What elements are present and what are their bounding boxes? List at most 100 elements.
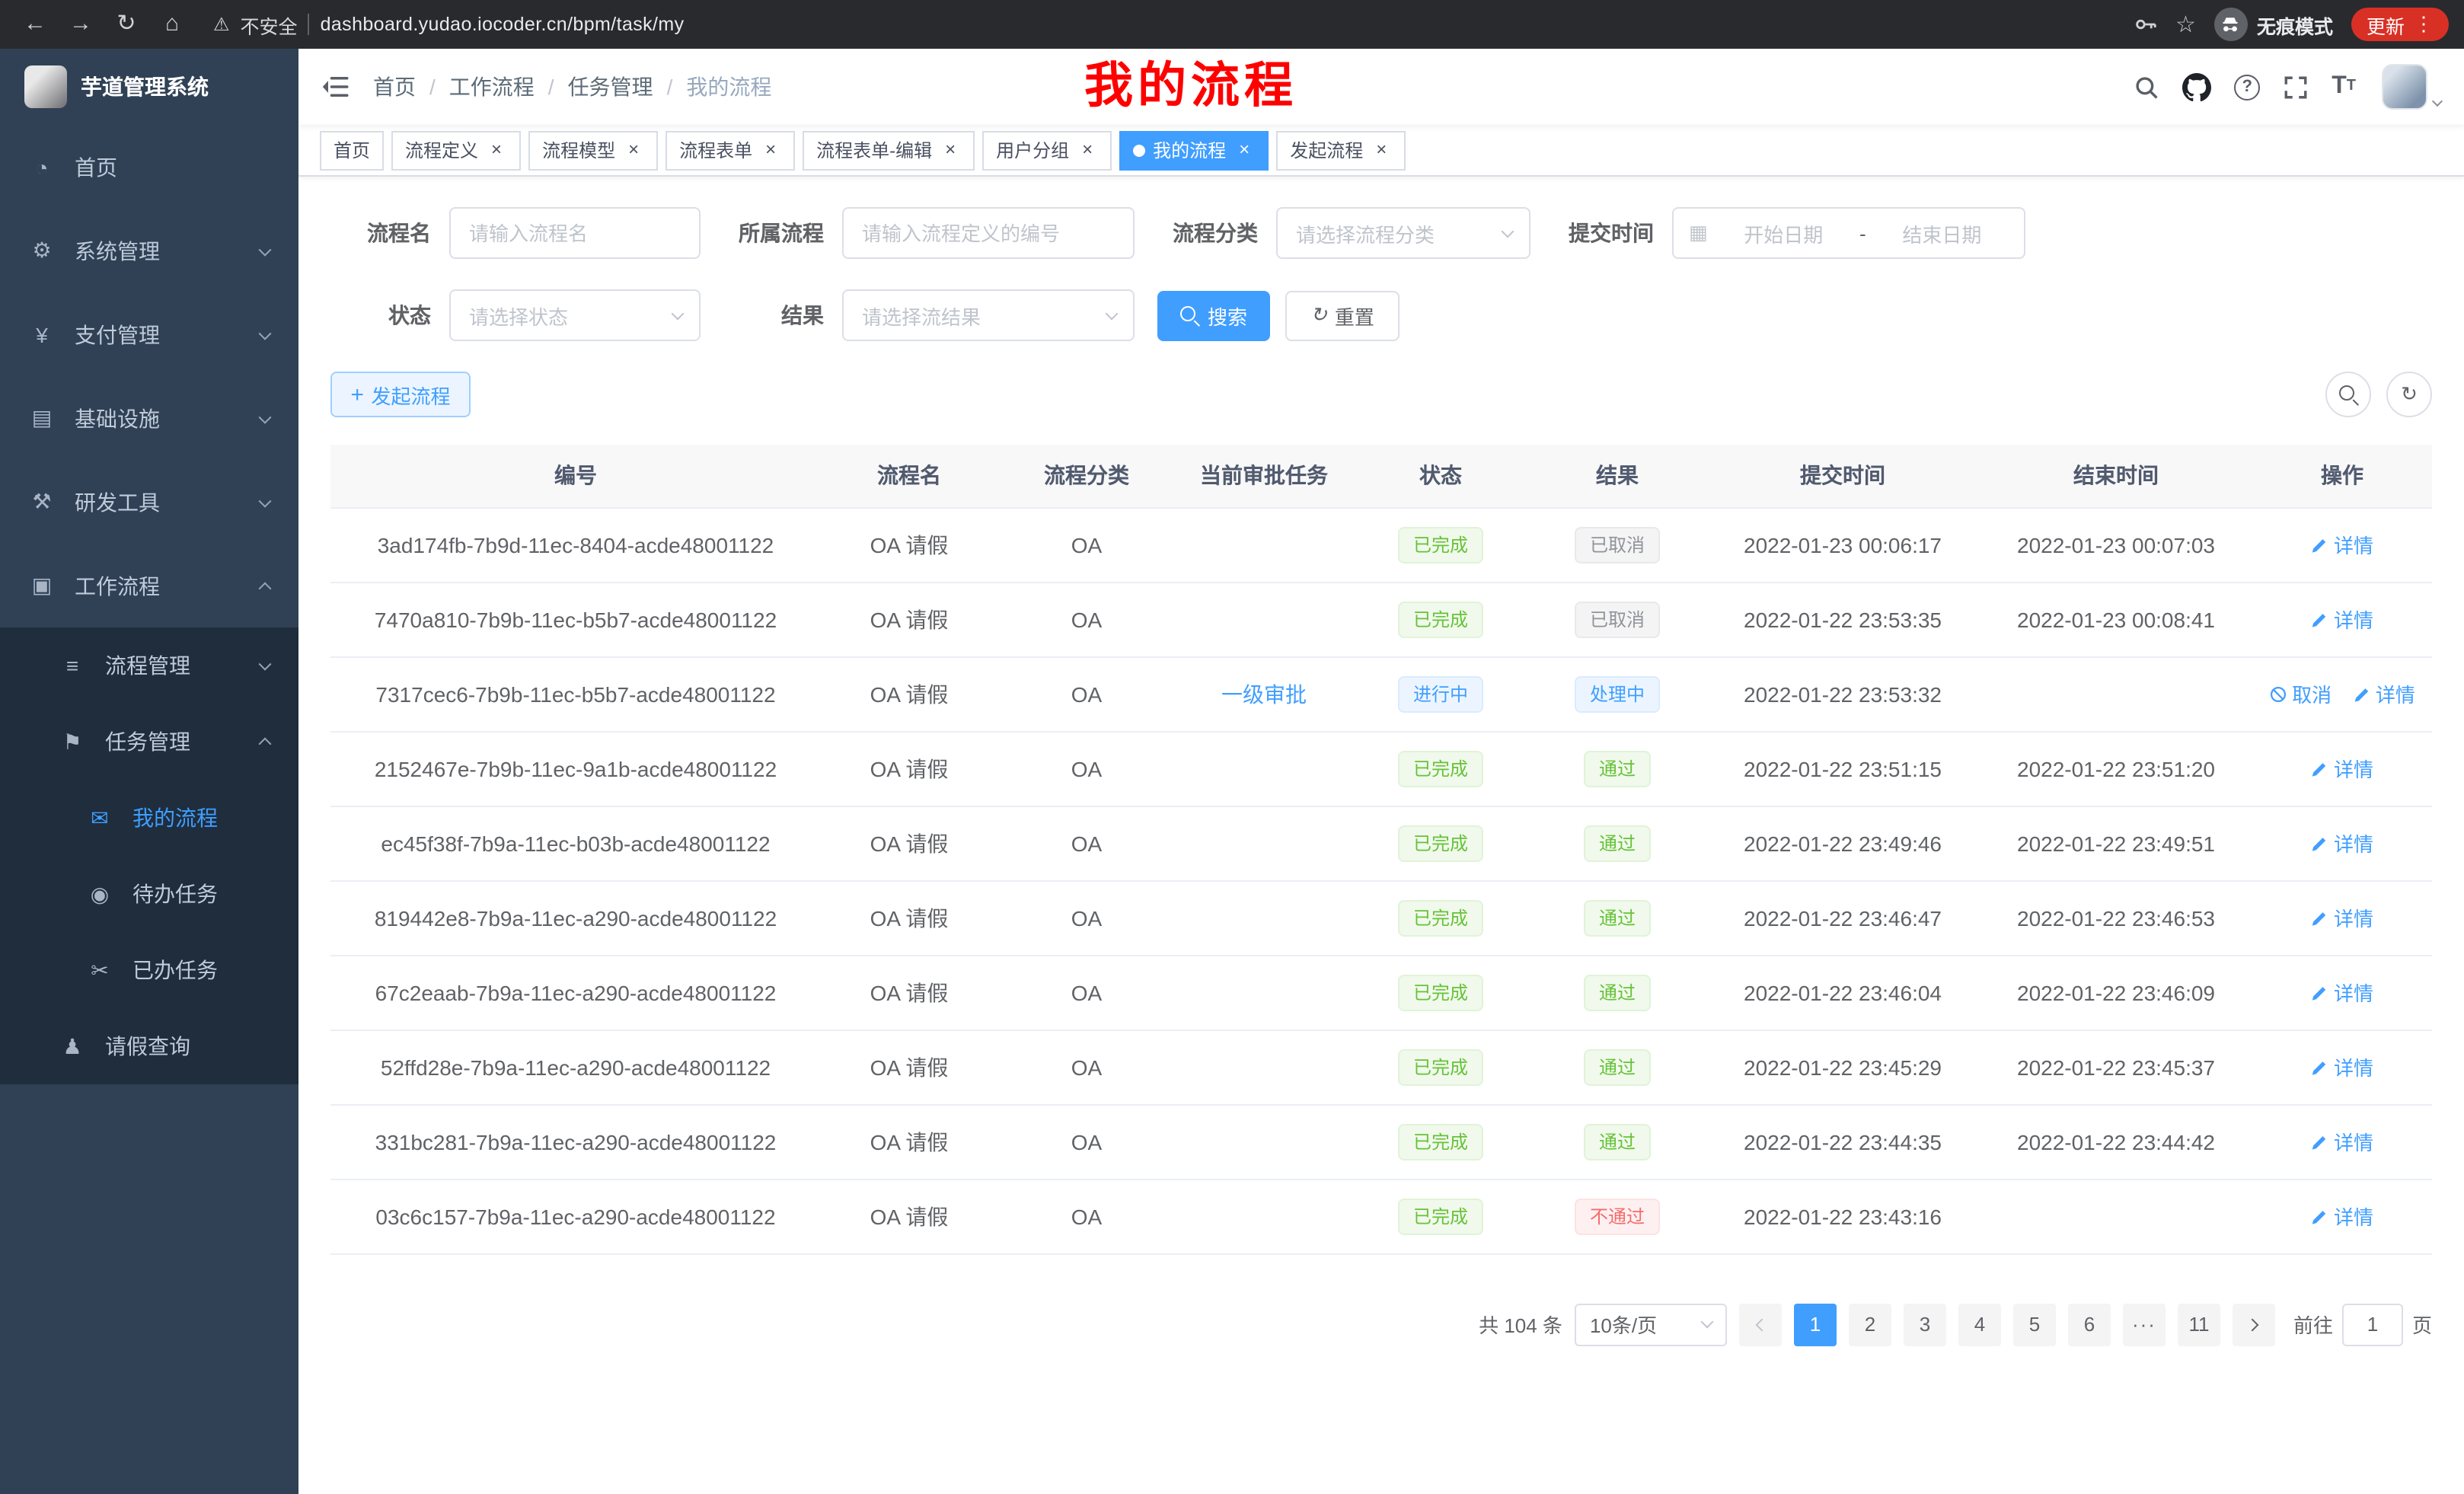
filter-row-2: 状态 请选择状态 结果 请选择流结果	[330, 289, 2432, 341]
close-icon[interactable]	[1371, 139, 1392, 161]
table-row: ec45f38f-7b9a-11ec-b03b-acde48001122 OA …	[330, 806, 2432, 880]
view-tab[interactable]: 流程表单-编辑	[803, 130, 975, 170]
bookmark-star-icon[interactable]	[2175, 10, 2196, 39]
breadcrumb-item[interactable]: 工作流程/	[449, 72, 568, 102]
sidebar-menu-item[interactable]: ⚙ 系统管理	[0, 209, 298, 292]
reset-button[interactable]: 重置	[1285, 290, 1400, 340]
active-dot	[1133, 144, 1145, 156]
page-size-select[interactable]: 10条/页	[1575, 1303, 1727, 1346]
breadcrumb-item[interactable]: 我的流程	[686, 72, 771, 102]
process-category: OA	[1071, 1129, 1102, 1154]
cancel-link[interactable]: 取消	[2269, 679, 2332, 708]
page-number-button[interactable]: 5	[2013, 1303, 2056, 1346]
page-number-button[interactable]: ···	[2123, 1303, 2166, 1346]
chevron-icon	[259, 494, 272, 507]
breadcrumb-item[interactable]: 任务管理/	[568, 72, 687, 102]
home-icon[interactable]: ⌂	[152, 5, 192, 44]
sidebar-menu-item[interactable]: ≡ 流程管理	[0, 627, 298, 704]
refresh-table-button[interactable]	[2386, 372, 2432, 417]
search-button[interactable]: 搜索	[1157, 290, 1270, 340]
leave-query-icon: ♟	[59, 1033, 85, 1059]
process-def-input[interactable]	[842, 207, 1135, 259]
help-icon[interactable]: ?	[2234, 74, 2260, 100]
detail-link[interactable]: 详情	[2311, 1127, 2373, 1156]
detail-link[interactable]: 详情	[2311, 605, 2373, 634]
hamburger-fold-icon[interactable]	[321, 73, 349, 101]
status-select[interactable]: 请选择状态	[449, 289, 701, 341]
close-icon[interactable]	[623, 139, 644, 161]
start-date-placeholder[interactable]: 开始日期	[1717, 219, 1850, 247]
fullscreen-icon[interactable]	[2283, 74, 2309, 100]
sidebar-menu-item[interactable]: ◔ 首页	[0, 125, 298, 209]
sidebar-menu-item[interactable]: ✂ 已办任务	[0, 932, 298, 1008]
process-category: OA	[1071, 1204, 1102, 1228]
end-time: 2022-01-22 23:49:51	[2017, 831, 2215, 855]
search-icon[interactable]	[2134, 74, 2159, 100]
page-number-button[interactable]: 1	[1794, 1303, 1837, 1346]
view-tab[interactable]: 发起流程	[1276, 130, 1406, 170]
key-icon[interactable]	[2133, 12, 2157, 37]
address-bar[interactable]: 不安全 dashboard.yudao.iocoder.cn/bpm/task/…	[213, 5, 2111, 44]
sidebar-menu-item[interactable]: ⚑ 任务管理	[0, 704, 298, 780]
view-tab[interactable]: 我的流程	[1119, 130, 1269, 170]
detail-link[interactable]: 详情	[2353, 679, 2415, 708]
process-name-input[interactable]	[449, 207, 701, 259]
close-icon[interactable]	[940, 139, 961, 161]
category-select[interactable]: 请选择流程分类	[1276, 207, 1530, 259]
result-badge: 不通过	[1575, 1198, 1660, 1234]
toggle-search-button[interactable]	[2325, 372, 2371, 417]
avatar[interactable]	[2382, 64, 2427, 110]
date-range-picker[interactable]: 开始日期 - 结束日期	[1672, 207, 2025, 259]
page-number-button[interactable]: 6	[2068, 1303, 2111, 1346]
user-menu[interactable]	[2382, 64, 2441, 110]
detail-link[interactable]: 详情	[2311, 978, 2373, 1007]
sidebar-menu-item[interactable]: ▣ 工作流程	[0, 544, 298, 627]
view-tab[interactable]: 首页	[320, 130, 384, 170]
sidebar-menu-item[interactable]: ✉ 我的流程	[0, 780, 298, 856]
detail-link[interactable]: 详情	[2311, 1202, 2373, 1231]
table-row: 67c2eaab-7b9a-11ec-a290-acde48001122 OA …	[330, 955, 2432, 1030]
table-row: 331bc281-7b9a-11ec-a290-acde48001122 OA …	[330, 1104, 2432, 1179]
breadcrumb-item[interactable]: 首页/	[373, 72, 449, 102]
back-icon[interactable]: ←	[15, 5, 55, 44]
update-button[interactable]: 更新	[2351, 8, 2449, 41]
detail-link[interactable]: 详情	[2311, 903, 2373, 932]
status-badge: 已完成	[1398, 899, 1483, 936]
next-page-button[interactable]	[2233, 1303, 2275, 1346]
page-number-button[interactable]: 2	[1849, 1303, 1891, 1346]
close-icon[interactable]	[1077, 139, 1098, 161]
reload-icon[interactable]: ↻	[107, 5, 146, 44]
font-size-icon[interactable]: TT	[2332, 75, 2356, 99]
page-number-button[interactable]: 4	[1958, 1303, 2001, 1346]
detail-link[interactable]: 详情	[2311, 828, 2373, 857]
goto-page-input[interactable]	[2342, 1303, 2403, 1346]
prev-page-button[interactable]	[1739, 1303, 1782, 1346]
sidebar-menu-item[interactable]: ♟ 请假查询	[0, 1008, 298, 1084]
end-date-placeholder[interactable]: 结束日期	[1875, 219, 2009, 247]
detail-link[interactable]: 详情	[2311, 1052, 2373, 1081]
create-process-button[interactable]: 发起流程	[330, 372, 471, 417]
filter-category: 流程分类 请选择流程分类	[1157, 207, 1530, 259]
forward-icon[interactable]: →	[61, 5, 101, 44]
view-tab[interactable]: 流程模型	[528, 130, 658, 170]
page-number-button[interactable]: 3	[1904, 1303, 1946, 1346]
page-number-button[interactable]: 11	[2178, 1303, 2220, 1346]
sidebar-menu-item[interactable]: ◉ 待办任务	[0, 856, 298, 932]
close-icon[interactable]	[760, 139, 781, 161]
menu-kebab-icon[interactable]	[2414, 12, 2434, 37]
todo-task-icon: ◉	[87, 881, 113, 907]
view-tab[interactable]: 用户分组	[982, 130, 1112, 170]
sidebar-menu-item[interactable]: ▤ 基础设施	[0, 376, 298, 460]
sidebar-menu-item[interactable]: ¥ 支付管理	[0, 292, 298, 376]
github-icon[interactable]	[2182, 72, 2211, 101]
detail-link[interactable]: 详情	[2311, 530, 2373, 559]
result-select[interactable]: 请选择流结果	[842, 289, 1135, 341]
close-icon[interactable]	[486, 139, 507, 161]
sidebar-menu-item[interactable]: ⚒ 研发工具	[0, 460, 298, 544]
current-task-link[interactable]: 一级审批	[1221, 682, 1307, 706]
close-icon[interactable]	[1234, 139, 1255, 161]
view-tab[interactable]: 流程表单	[665, 130, 795, 170]
table-header: 编号 流程名 流程分类 当前审批任务 状态 结果 提交时间	[330, 445, 2432, 507]
view-tab[interactable]: 流程定义	[391, 130, 521, 170]
detail-link[interactable]: 详情	[2311, 754, 2373, 783]
